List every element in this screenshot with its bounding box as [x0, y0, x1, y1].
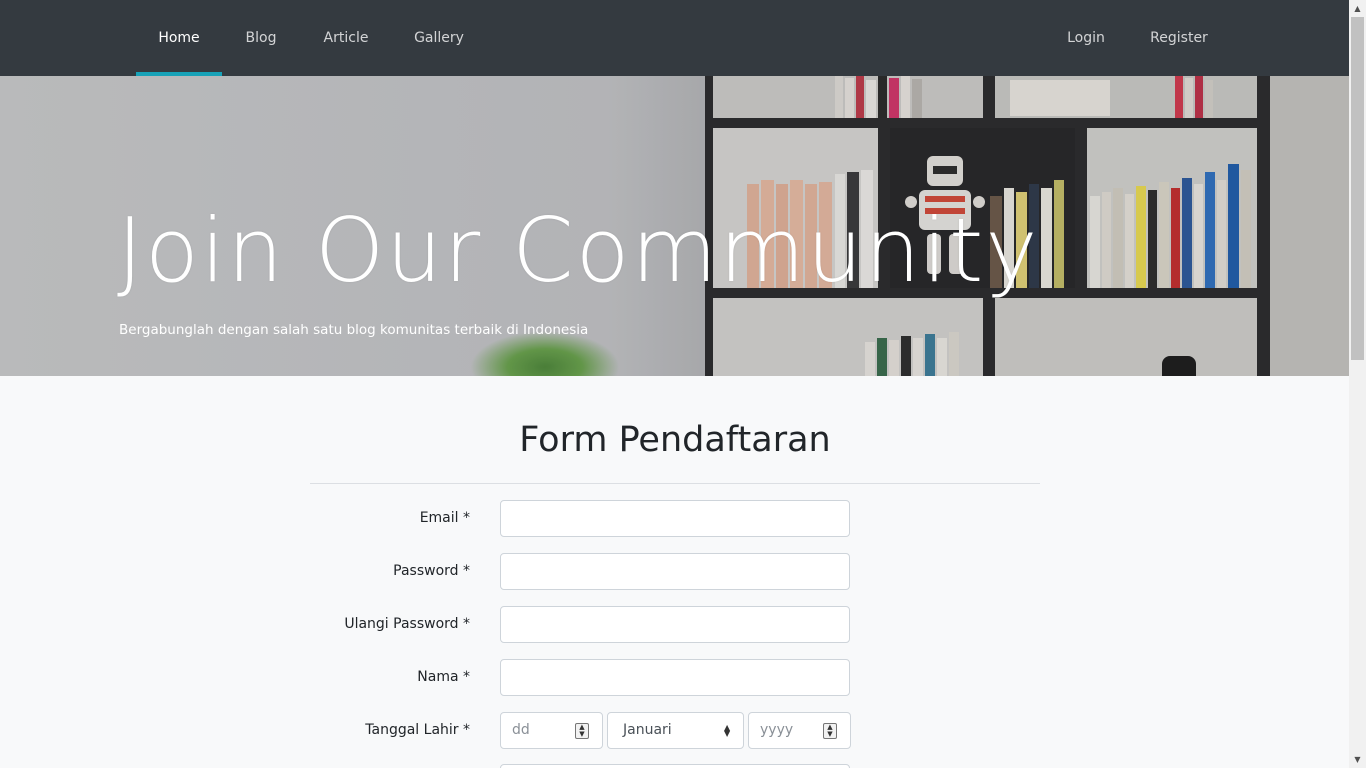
- day-spinner-icon[interactable]: ▲ ▼: [575, 723, 589, 739]
- name-label: Nama *: [417, 669, 470, 685]
- top-navbar: Home Blog Article Gallery Login Register: [0, 0, 1349, 76]
- form-title: Form Pendaftaran: [519, 420, 831, 460]
- select-arrows-icon: ▲ ▼: [724, 723, 731, 738]
- repeat-password-field[interactable]: [500, 606, 850, 643]
- scroll-thumb[interactable]: [1351, 17, 1364, 360]
- nav-gallery[interactable]: Gallery: [404, 0, 474, 76]
- birth-year-placeholder: yyyy: [760, 722, 794, 738]
- form-divider: [310, 483, 1040, 484]
- hero-title: Join Our Community: [117, 199, 1040, 302]
- password-label: Password *: [393, 563, 470, 579]
- email-label: Email *: [419, 510, 470, 526]
- nav-article[interactable]: Article: [314, 0, 378, 76]
- page: Home Blog Article Gallery Login Register: [0, 0, 1349, 768]
- repeat-password-label: Ulangi Password *: [344, 616, 470, 632]
- nav-login[interactable]: Login: [1058, 0, 1114, 76]
- name-field[interactable]: [500, 659, 850, 696]
- page-scrollbar[interactable]: ▲ ▼: [1349, 0, 1366, 768]
- birth-day-placeholder: dd: [512, 722, 530, 738]
- birth-date-label: Tanggal Lahir *: [365, 722, 470, 738]
- scroll-down-icon[interactable]: ▼: [1349, 751, 1366, 768]
- password-field[interactable]: [500, 553, 850, 590]
- hero-subtitle: Bergabunglah dengan salah satu blog komu…: [119, 322, 589, 338]
- nav-home[interactable]: Home: [136, 0, 222, 76]
- nav-blog[interactable]: Blog: [232, 0, 290, 76]
- year-spinner-icon[interactable]: ▲ ▼: [823, 723, 837, 739]
- birth-month-value: Januari: [623, 722, 672, 738]
- hero-banner: Join Our Community Bergabunglah dengan s…: [0, 76, 1349, 376]
- birth-year-input[interactable]: yyyy ▲ ▼: [748, 712, 851, 749]
- scroll-up-icon[interactable]: ▲: [1349, 0, 1366, 17]
- birth-month-select[interactable]: Januari ▲ ▼: [607, 712, 744, 749]
- email-field[interactable]: [500, 500, 850, 537]
- next-form-field[interactable]: [500, 764, 850, 768]
- birth-day-input[interactable]: dd ▲ ▼: [500, 712, 603, 749]
- nav-register[interactable]: Register: [1140, 0, 1218, 76]
